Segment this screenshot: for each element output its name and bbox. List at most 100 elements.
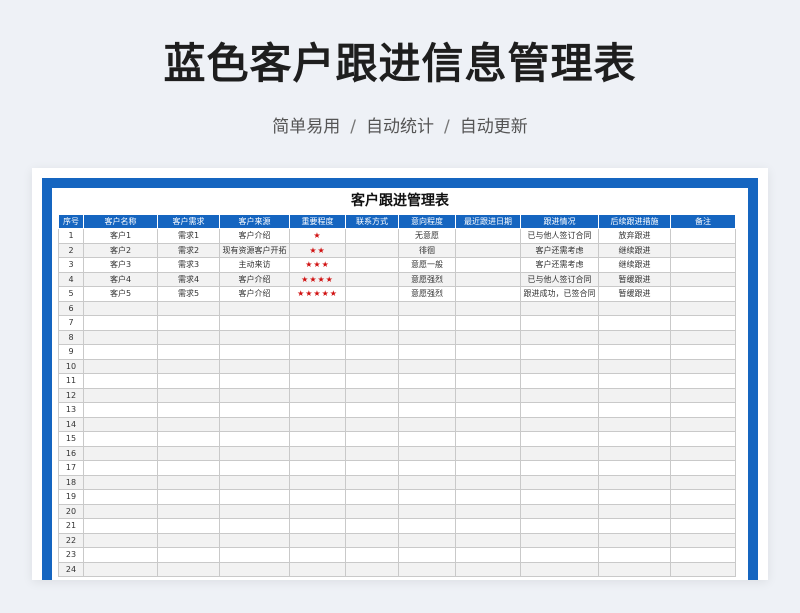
cell-contact[interactable]	[345, 358, 399, 374]
column-header-source[interactable]: 客户来源	[219, 214, 290, 229]
cell-last-follow-date[interactable]	[455, 460, 521, 476]
column-header-contact[interactable]: 联系方式	[345, 214, 399, 229]
cell-contact[interactable]	[345, 402, 399, 418]
cell-remark[interactable]	[670, 358, 736, 374]
cell-intention[interactable]	[398, 329, 456, 345]
cell-demand[interactable]	[157, 489, 220, 505]
cell-last-follow-date[interactable]	[455, 228, 521, 244]
cell-index[interactable]: 21	[58, 518, 84, 534]
cell-next-action[interactable]	[598, 445, 671, 461]
cell-index[interactable]: 24	[58, 561, 84, 577]
cell-remark[interactable]	[670, 460, 736, 476]
cell-last-follow-date[interactable]	[455, 373, 521, 389]
cell-customer-name[interactable]	[83, 460, 158, 476]
cell-remark[interactable]	[670, 489, 736, 505]
cell-next-action[interactable]	[598, 416, 671, 432]
cell-importance[interactable]	[289, 547, 346, 563]
cell-index[interactable]: 10	[58, 358, 84, 374]
cell-contact[interactable]	[345, 242, 399, 258]
cell-customer-name[interactable]	[83, 518, 158, 534]
cell-last-follow-date[interactable]	[455, 257, 521, 273]
cell-last-follow-date[interactable]	[455, 547, 521, 563]
cell-follow-status[interactable]	[520, 358, 599, 374]
cell-follow-status[interactable]	[520, 474, 599, 490]
cell-follow-status[interactable]: 已与他人签订合同	[520, 271, 599, 287]
cell-index[interactable]: 6	[58, 300, 84, 316]
cell-last-follow-date[interactable]	[455, 329, 521, 345]
cell-demand[interactable]	[157, 300, 220, 316]
cell-source[interactable]: 客户介绍	[219, 228, 290, 244]
cell-importance[interactable]	[289, 387, 346, 403]
column-header-demand[interactable]: 客户需求	[157, 214, 220, 229]
cell-source[interactable]: 主动来访	[219, 257, 290, 273]
cell-remark[interactable]	[670, 431, 736, 447]
cell-importance[interactable]	[289, 373, 346, 389]
cell-intention[interactable]	[398, 431, 456, 447]
cell-demand[interactable]	[157, 445, 220, 461]
cell-contact[interactable]	[345, 547, 399, 563]
cell-last-follow-date[interactable]	[455, 315, 521, 331]
cell-contact[interactable]	[345, 373, 399, 389]
column-header-remark[interactable]: 备注	[670, 214, 736, 229]
cell-next-action[interactable]	[598, 373, 671, 389]
cell-index[interactable]: 5	[58, 286, 84, 302]
cell-demand[interactable]	[157, 503, 220, 519]
cell-contact[interactable]	[345, 387, 399, 403]
cell-remark[interactable]	[670, 315, 736, 331]
cell-follow-status[interactable]: 跟进成功，已签合同	[520, 286, 599, 302]
cell-follow-status[interactable]	[520, 329, 599, 345]
cell-remark[interactable]	[670, 257, 736, 273]
cell-importance[interactable]	[289, 300, 346, 316]
cell-intention[interactable]	[398, 344, 456, 360]
cell-customer-name[interactable]	[83, 431, 158, 447]
cell-contact[interactable]	[345, 257, 399, 273]
cell-follow-status[interactable]	[520, 460, 599, 476]
cell-customer-name[interactable]: 客户5	[83, 286, 158, 302]
cell-source[interactable]	[219, 489, 290, 505]
cell-importance[interactable]	[289, 518, 346, 534]
cell-contact[interactable]	[345, 503, 399, 519]
cell-source[interactable]	[219, 373, 290, 389]
cell-source[interactable]	[219, 358, 290, 374]
cell-follow-status[interactable]	[520, 402, 599, 418]
cell-remark[interactable]	[670, 532, 736, 548]
cell-follow-status[interactable]	[520, 547, 599, 563]
cell-contact[interactable]	[345, 228, 399, 244]
cell-source[interactable]	[219, 547, 290, 563]
cell-customer-name[interactable]	[83, 329, 158, 345]
cell-index[interactable]: 7	[58, 315, 84, 331]
cell-contact[interactable]	[345, 474, 399, 490]
cell-demand[interactable]	[157, 431, 220, 447]
cell-customer-name[interactable]	[83, 373, 158, 389]
cell-index[interactable]: 4	[58, 271, 84, 287]
cell-intention[interactable]	[398, 387, 456, 403]
cell-last-follow-date[interactable]	[455, 286, 521, 302]
cell-follow-status[interactable]	[520, 445, 599, 461]
cell-contact[interactable]	[345, 518, 399, 534]
cell-importance[interactable]: ★	[289, 228, 346, 244]
column-header-last-follow-date[interactable]: 最近跟进日期	[455, 214, 521, 229]
cell-intention[interactable]	[398, 402, 456, 418]
cell-last-follow-date[interactable]	[455, 242, 521, 258]
column-header-customer-name[interactable]: 客户名称	[83, 214, 158, 229]
cell-importance[interactable]	[289, 329, 346, 345]
cell-importance[interactable]	[289, 445, 346, 461]
cell-importance[interactable]: ★★★★★	[289, 286, 346, 302]
cell-customer-name[interactable]	[83, 402, 158, 418]
cell-source[interactable]: 客户介绍	[219, 286, 290, 302]
cell-intention[interactable]	[398, 300, 456, 316]
cell-contact[interactable]	[345, 286, 399, 302]
cell-follow-status[interactable]	[520, 387, 599, 403]
cell-intention[interactable]	[398, 489, 456, 505]
cell-next-action[interactable]	[598, 300, 671, 316]
cell-intention[interactable]	[398, 315, 456, 331]
cell-index[interactable]: 18	[58, 474, 84, 490]
cell-index[interactable]: 17	[58, 460, 84, 476]
cell-importance[interactable]: ★★★	[289, 257, 346, 273]
cell-remark[interactable]	[670, 445, 736, 461]
cell-index[interactable]: 3	[58, 257, 84, 273]
cell-remark[interactable]	[670, 329, 736, 345]
cell-customer-name[interactable]: 客户4	[83, 271, 158, 287]
cell-demand[interactable]	[157, 416, 220, 432]
cell-remark[interactable]	[670, 271, 736, 287]
